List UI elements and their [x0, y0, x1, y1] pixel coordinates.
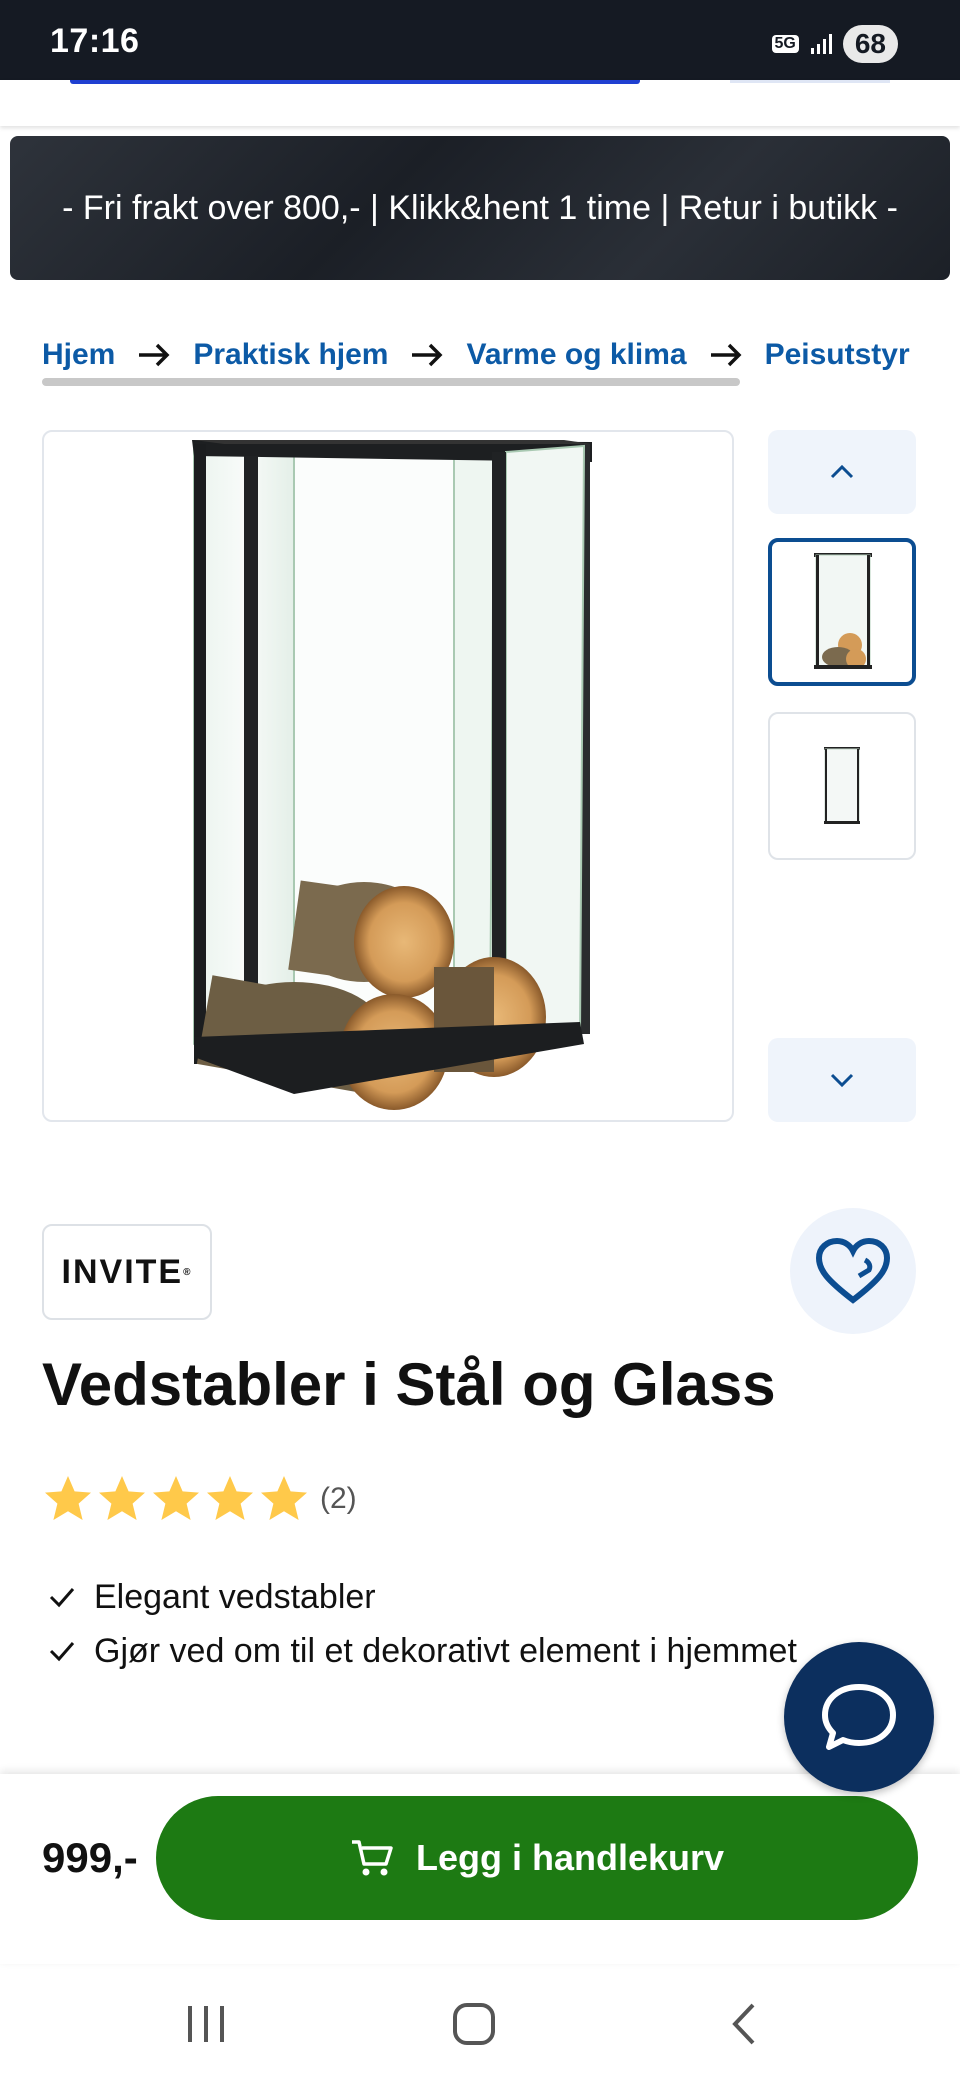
breadcrumb-item-praktisk-hjem[interactable]: Praktisk hjem: [193, 338, 388, 372]
status-bar: 17:16 5G 68: [0, 0, 960, 80]
recent-apps-icon: [188, 2006, 224, 2042]
check-icon: [48, 1586, 76, 1608]
breadcrumb-item-varme-og-klima[interactable]: Varme og klima: [466, 338, 686, 372]
system-navigation-bar: [0, 1964, 960, 2080]
thumbnail-scroll-down-button[interactable]: [768, 1038, 916, 1122]
breadcrumb-item-peisutstyr[interactable]: Peisutstyr: [765, 338, 910, 372]
back-icon: [732, 2003, 755, 2045]
chevron-down-icon: [830, 1073, 854, 1088]
feature-item: Gjør ved om til et dekorativt element i …: [48, 1624, 797, 1678]
product-price: 999,-: [42, 1834, 138, 1881]
header-button-edge[interactable]: [730, 80, 890, 83]
promo-banner: - Fri frakt over 800,- | Klikk&hent 1 ti…: [10, 136, 950, 280]
feature-text: Gjør ved om til et dekorativt element i …: [94, 1631, 797, 1670]
status-time: 17:16: [50, 22, 140, 60]
home-icon: [453, 2003, 495, 2045]
arrow-right-icon: [137, 342, 171, 368]
back-button[interactable]: [704, 1994, 784, 2054]
breadcrumb: Hjem Praktisk hjem Varme og klima Peisut…: [42, 338, 910, 372]
arrow-right-icon: [709, 342, 743, 368]
feature-list: Elegant vedstabler Gjør ved om til et de…: [48, 1570, 797, 1678]
home-button[interactable]: [434, 1994, 514, 2054]
recent-apps-button[interactable]: [166, 1994, 246, 2054]
product-title: Vedstabler i Stål og Glass: [42, 1351, 776, 1418]
signal-icon: [810, 34, 832, 54]
header-search-edge[interactable]: [70, 80, 640, 84]
log-holder-illustration: [192, 440, 592, 1110]
chat-bubble-icon: [822, 1684, 896, 1750]
add-to-cart-button[interactable]: Legg i handlekurv: [156, 1796, 918, 1920]
chevron-up-icon: [830, 464, 854, 479]
purchase-bar: 999,- Legg i handlekurv: [0, 1774, 960, 1964]
brand-logo[interactable]: INVITE ®: [42, 1224, 212, 1320]
star-icon: [45, 1476, 91, 1520]
star-icon: [207, 1476, 253, 1520]
thumbnail-2[interactable]: [768, 712, 916, 860]
brand-name: INVITE: [61, 1252, 184, 1291]
favorite-button[interactable]: [790, 1208, 916, 1334]
arrow-right-icon: [410, 342, 444, 368]
chat-button[interactable]: [784, 1642, 934, 1792]
check-icon: [48, 1640, 76, 1662]
thumbnail-scroll-up-button[interactable]: [768, 430, 916, 514]
heart-icon: [815, 1237, 891, 1304]
product-rating[interactable]: (2): [42, 1474, 357, 1524]
breadcrumb-scrollbar[interactable]: [42, 378, 740, 386]
rating-stars: [42, 1474, 310, 1524]
network-5g-icon: 5G: [771, 35, 799, 53]
thumbnail-image-empty: [824, 747, 860, 824]
star-icon: [261, 1476, 307, 1520]
battery-indicator: 68: [842, 25, 898, 63]
breadcrumb-item-hjem[interactable]: Hjem: [42, 338, 115, 372]
thumbnail-image-logs: [814, 553, 872, 669]
status-icons: 5G 68: [771, 24, 898, 64]
top-header-strip: [0, 80, 960, 126]
main-product-image[interactable]: [42, 430, 734, 1122]
star-icon: [99, 1476, 145, 1520]
feature-item: Elegant vedstabler: [48, 1570, 797, 1624]
cart-icon: [351, 1840, 393, 1876]
star-icon: [153, 1476, 199, 1520]
review-count[interactable]: (2): [320, 1482, 357, 1516]
thumbnail-1[interactable]: [768, 538, 916, 686]
feature-text: Elegant vedstabler: [94, 1577, 376, 1616]
promo-banner-text: - Fri frakt over 800,- | Klikk&hent 1 ti…: [62, 189, 898, 227]
add-to-cart-label: Legg i handlekurv: [415, 1837, 725, 1878]
